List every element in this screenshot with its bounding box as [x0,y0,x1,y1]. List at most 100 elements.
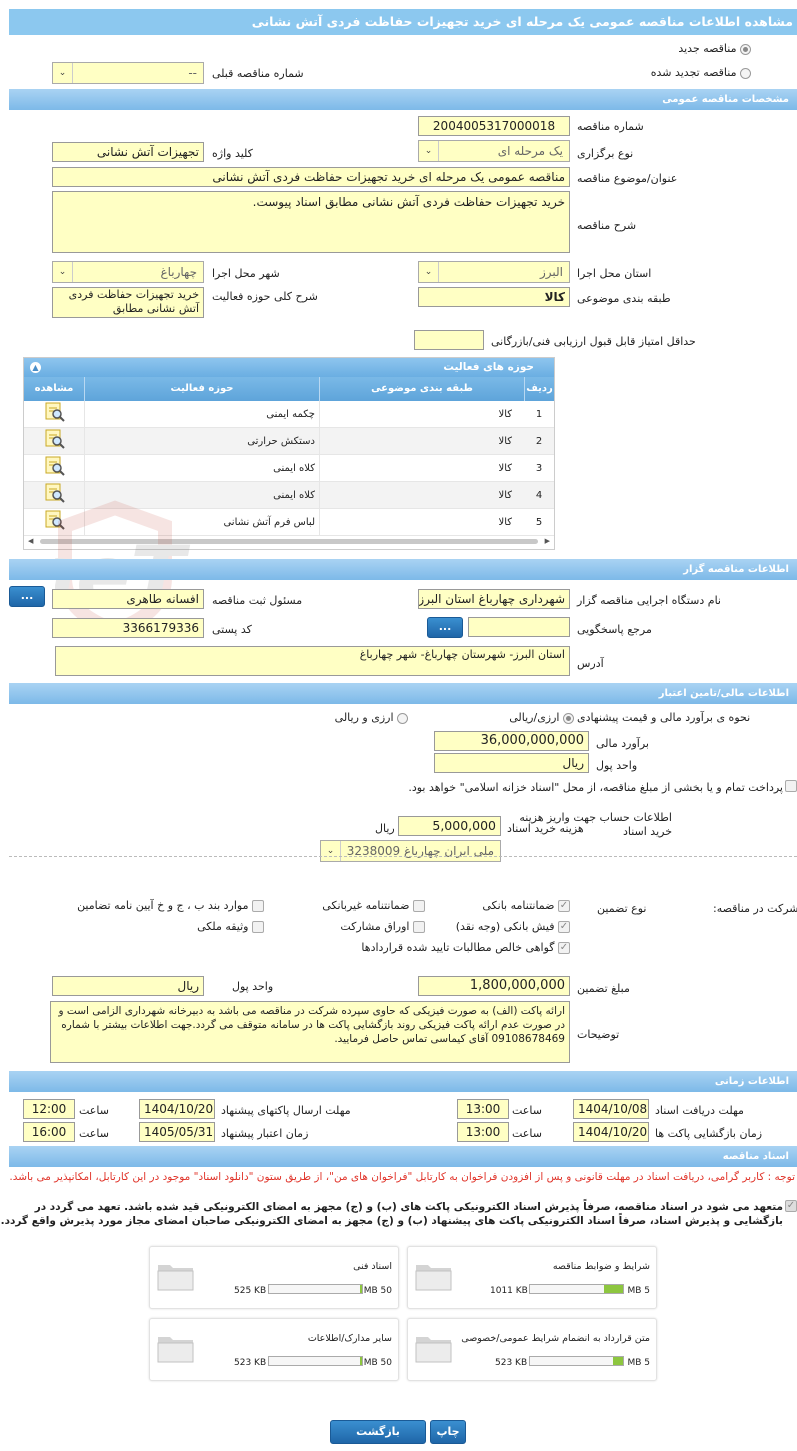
file-progress-bar [268,1356,363,1366]
file-progress-bar [529,1284,624,1294]
cell-field: کلاه ایمنی [84,455,319,481]
treasury-checkbox[interactable] [785,780,797,792]
print-button[interactable]: چاپ [430,1420,466,1444]
file-box-conditions[interactable]: شرایط و ضوابط مناقصه 5 MB 1011 KB [407,1246,657,1309]
city-select[interactable]: چهارباغ ⌄ [52,261,204,283]
send-date-field[interactable]: 1404/10/20 [139,1099,215,1119]
folder-icon [415,1265,452,1291]
validity-date-field[interactable]: 1405/05/31 [139,1122,215,1142]
guarantee-amount-field[interactable]: 1,800,000,000 [418,976,570,996]
doc-fee-field[interactable]: 5,000,000 [398,816,501,836]
guarantee-bonds-checkbox[interactable] [413,921,425,933]
back-button[interactable]: بازگشت [330,1420,426,1444]
view-icon[interactable] [24,482,84,508]
guarantee-articles[interactable]: موارد بند ب ، ج و خ آیین نامه تضامین [77,899,264,912]
guarantee-claims[interactable]: ✓ گواهی خالص مطالبات تایید شده قراردادها [361,941,570,954]
prev-tender-select[interactable]: -- ⌄ [52,62,204,84]
reference-more-button[interactable]: ... [427,617,463,638]
chevron-down-icon: ⌄ [419,262,439,282]
min-score-field[interactable] [414,330,484,350]
province-select[interactable]: البرز ⌄ [418,261,570,283]
view-icon[interactable] [24,509,84,535]
guarantee-nonbank[interactable]: ضمانتنامه غیربانکی [322,899,425,912]
validity-time-field[interactable]: 16:00 [23,1122,75,1142]
keyword-field[interactable]: تجهیزات آتش نشانی [52,142,204,162]
guarantee-cash[interactable]: ✓ فیش بانکی (وجه نقد) [456,920,570,933]
guarantee-cash-checkbox[interactable]: ✓ [558,921,570,933]
file-box-other[interactable]: سایر مدارک/اطلاعات 50 MB 523 KB [149,1318,399,1381]
estimate-option-both[interactable]: ارزی و ریالی [335,711,408,724]
province-label: استان محل اجرا [577,267,652,280]
estimate-amount-field[interactable]: 36,000,000,000 [434,731,589,751]
file-progress-bar [529,1356,624,1366]
estimate-method-label: نحوه ی برآورد مالی و قیمت پیشنهادی [577,711,751,724]
registrar-more-button[interactable]: ... [9,586,45,607]
guarantee-nonbank-checkbox[interactable] [413,900,425,912]
file-progress-fill [360,1285,362,1293]
send-time-field[interactable]: 12:00 [23,1099,75,1119]
scroll-right-icon[interactable]: ▶ [545,537,550,545]
chevron-down-icon: ⌄ [53,262,73,282]
guarantee-articles-checkbox[interactable] [252,900,264,912]
guarantee-bank-checkbox[interactable]: ✓ [558,900,570,912]
holding-type-select[interactable]: یک مرحله ای ⌄ [418,140,570,162]
collapse-icon[interactable]: ▲ [30,362,41,373]
tender-number-label: شماره مناقصه [577,120,644,133]
file-box-technical[interactable]: اسناد فنی 50 MB 525 KB [149,1246,399,1309]
account-label: اطلاعات حساب جهت واریز هزینه خرید اسناد [519,811,672,838]
currency-field[interactable]: ریال [434,753,589,773]
subject-field[interactable]: مناقصه عمومی یک مرحله ای خرید تجهیزات حف… [52,167,570,187]
notes-field[interactable]: ارائه پاکت (الف) به صورت فیزیکی که حاوی … [50,1001,570,1063]
col-field: حوزه فعالیت [84,377,319,401]
estimate-radio-1[interactable] [563,712,574,724]
send-deadline-label: مهلت ارسال پاکتهای پیشنهاد [221,1104,351,1117]
file-max-size: 5 MB [627,1286,650,1296]
currency-label: واحد پول [596,759,638,772]
opening-time-label: ساعت [512,1127,542,1140]
opening-time-field[interactable]: 13:00 [457,1122,509,1142]
file-max-size: 50 MB [363,1286,392,1296]
receive-time-label: ساعت [512,1104,542,1117]
guarantee-claims-checkbox[interactable]: ✓ [558,942,570,954]
horizontal-scrollbar[interactable]: ◀ ▶ [28,537,550,546]
category-field[interactable]: کالا [418,287,570,307]
new-tender-radio[interactable] [740,43,751,55]
guarantee-bonds[interactable]: اوراق مشارکت [340,920,425,933]
opening-date-field[interactable]: 1404/10/20 [573,1122,649,1142]
commit-checkbox[interactable]: ✓ [785,1200,797,1212]
guarantee-property-checkbox[interactable] [252,921,264,933]
estimate-option-2-label: ارزی و ریالی [334,711,394,724]
guarantee-currency-field[interactable]: ریال [52,976,204,996]
scroll-left-icon[interactable]: ◀ [28,537,33,545]
postal-code-field[interactable]: 3366179336 [52,618,204,638]
exec-org-field[interactable]: شهرداری چهارباغ استان البرز [418,589,570,609]
guarantee-property[interactable]: وثیقه ملکی [197,920,264,933]
file-name: شرایط و ضوابط مناقصه [552,1261,650,1272]
description-field[interactable]: خرید تجهیزات حفاظت فردی آتش نشانی مطابق … [52,191,570,253]
view-icon[interactable] [24,401,84,427]
col-row: ردیف [524,377,554,401]
cell-category: کالا [319,482,524,508]
address-field[interactable]: استان البرز- شهرستان چهارباغ- شهر چهاربا… [55,646,570,676]
new-tender-option[interactable]: مناقصه جدید [678,42,751,55]
view-icon[interactable] [24,428,84,454]
renewed-tender-radio[interactable] [740,67,751,79]
estimate-radio-2[interactable] [397,712,408,724]
doc-fee-unit: ریال [375,822,395,835]
scrollbar-thumb[interactable] [40,539,538,544]
file-box-contract[interactable]: متن قرارداد به انضمام شرایط عمومی/خصوصی … [407,1318,657,1381]
renewed-tender-option[interactable]: مناقصه تجدید شده [651,66,751,79]
account-select[interactable]: ملی ایران چهارباغ 3238009 ⌄ [320,840,501,862]
guarantee-articles-label: موارد بند ب ، ج و خ آیین نامه تضامین [77,899,249,912]
reference-field[interactable] [468,617,570,637]
file-size: 525 KB [234,1286,267,1296]
receive-date-field[interactable]: 1404/10/08 [573,1099,649,1119]
view-icon[interactable] [24,455,84,481]
guarantee-bank[interactable]: ✓ ضمانتنامه بانکی [482,899,570,912]
prev-tender-value: -- [188,66,197,80]
scope-field[interactable]: خرید تجهیزات حفاظت فردی آتش نشانی مطابق [52,287,204,318]
estimate-option-currency-rial[interactable]: ارزی/ریالی [509,711,574,724]
receive-time-field[interactable]: 13:00 [457,1099,509,1119]
registrar-field[interactable]: افسانه طاهری [52,589,204,609]
tender-number-field[interactable]: 2004005317000018 [418,116,570,136]
